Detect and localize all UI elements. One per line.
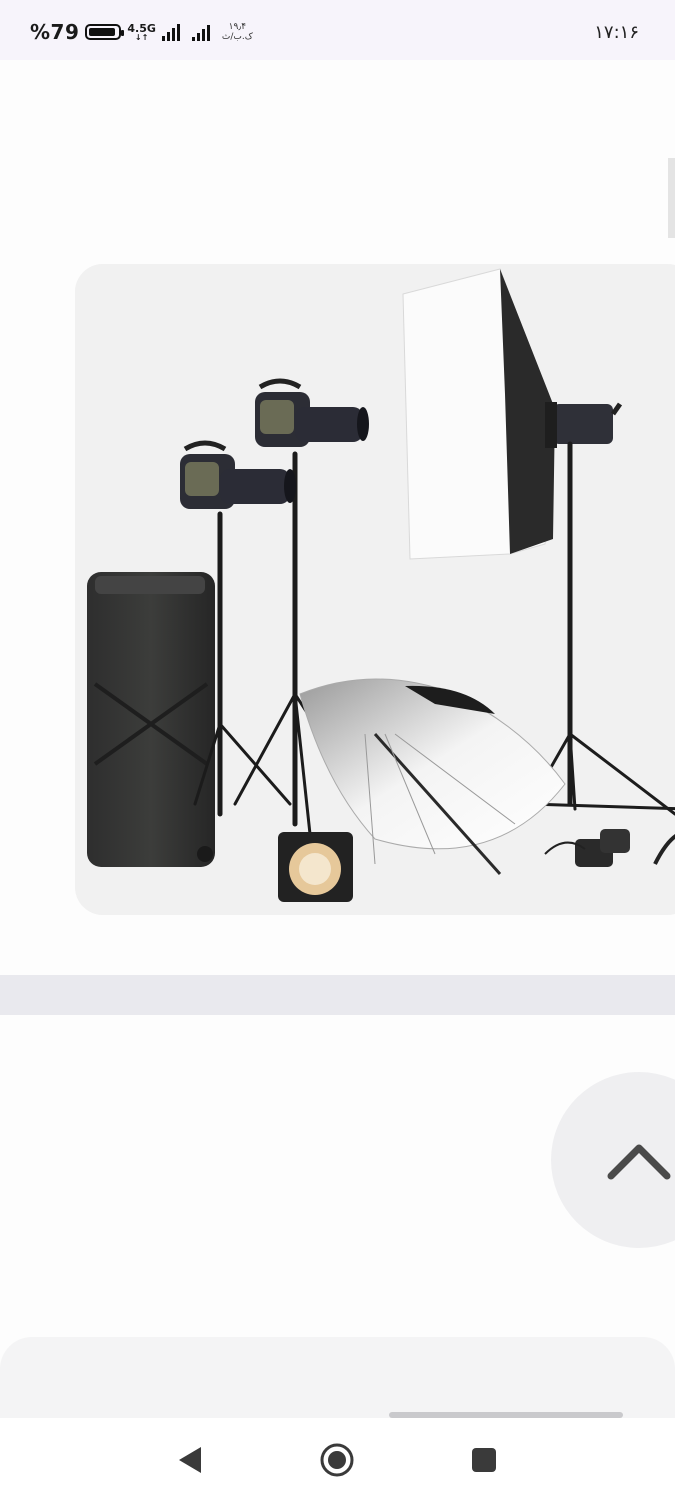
network-type: 4.5G ↓↑ [127,23,156,42]
recent-square-icon [472,1448,496,1472]
chevron-up-icon [607,1144,671,1180]
recent-apps-button[interactable] [464,1440,504,1480]
clock: ۱۷:۱۶ [594,22,639,43]
network-type-label: 4.5G [127,21,156,35]
scroll-indicator[interactable] [668,158,675,238]
barn-door-light [278,832,353,902]
section-divider [0,975,675,1015]
content-area [0,60,675,260]
battery-icon [85,24,125,40]
back-button[interactable] [170,1440,210,1480]
product-image-card[interactable] [75,264,675,915]
status-bar-left: %79 4.5G ↓↑ ۱۹٫۴ ک.ب/ث [30,18,253,46]
screen: %79 4.5G ↓↑ ۱۹٫۴ ک.ب/ث ۱۷:۱۶ [0,0,675,1500]
carry-bag [87,572,215,867]
network-speed: ۱۹٫۴ ک.ب/ث [222,22,253,42]
signal-icon [161,23,180,41]
home-button[interactable] [317,1440,357,1480]
signal-icon [191,23,210,41]
speed-value: ۱۹٫۴ [228,22,247,32]
speed-unit: ک.ب/ث [221,32,253,42]
network-activity: ↓↑ [134,32,149,42]
battery-percent: %79 [30,20,80,44]
home-circle-icon [320,1443,354,1477]
studio-lighting-kit-photo [75,264,675,915]
status-bar: %79 4.5G ↓↑ ۱۹٫۴ ک.ب/ث ۱۷:۱۶ [0,0,675,60]
back-triangle-icon [179,1447,201,1473]
bottom-sheet [0,1337,675,1418]
system-navigation-bar [0,1418,675,1500]
